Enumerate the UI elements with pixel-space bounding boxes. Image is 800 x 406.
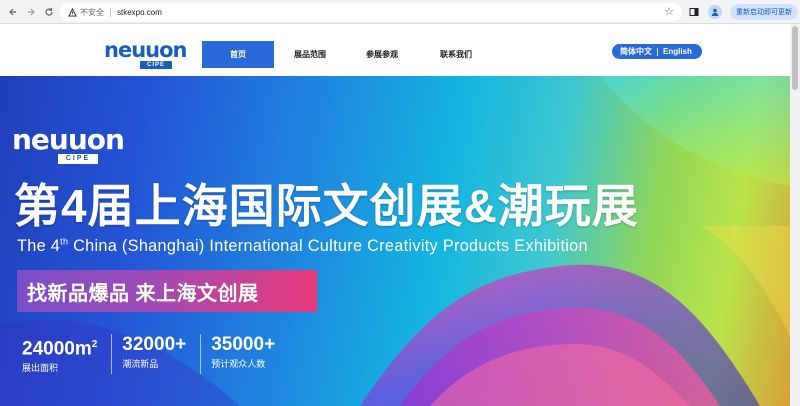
forward-icon[interactable] bbox=[22, 3, 40, 21]
side-panel-icon[interactable] bbox=[688, 6, 700, 18]
stat-number: 24000m bbox=[22, 338, 92, 360]
update-button[interactable]: 重新启动即可更新 bbox=[730, 4, 798, 20]
site-header: neuuon CIPE 首页 展品范围 参展参观 联系我们 简体中文 Engli… bbox=[0, 24, 790, 76]
stat-label: 预计观众人数 bbox=[211, 359, 266, 369]
hero-title: 第4届上海国际文创展&潮玩展 bbox=[14, 180, 639, 232]
logo-sub: CIPE bbox=[140, 61, 172, 69]
hero-logo-sub: CIPE bbox=[58, 154, 98, 164]
nav-exhibit-visit[interactable]: 参展参观 bbox=[346, 41, 418, 68]
url-text[interactable]: stkexpo.com bbox=[117, 8, 162, 17]
divider bbox=[110, 7, 111, 17]
stat-label: 展出面积 bbox=[22, 363, 59, 374]
scrollbar-thumb[interactable] bbox=[792, 26, 798, 90]
stat-number: 32000+ bbox=[122, 334, 187, 355]
stat-products: 32000+ 潮流新品 bbox=[111, 334, 200, 375]
stat-value: 32000+ bbox=[122, 334, 186, 356]
security-label: 不安全 bbox=[80, 7, 104, 17]
hero-slogan: 找新品爆品 来上海文创展 bbox=[17, 270, 317, 312]
stat-visitors: 35000+ 预计观众人数 bbox=[200, 334, 289, 375]
main-nav: 首页 展品范围 参展参观 联系我们 bbox=[202, 41, 494, 68]
site-logo[interactable]: neuuon CIPE bbox=[104, 38, 187, 72]
hero-banner: neuuon CIPE 第4届上海国际文创展&潮玩展 The 4th China… bbox=[0, 76, 790, 406]
address-bar[interactable]: 不安全 stkexpo.com ☆ bbox=[60, 3, 682, 21]
language-switcher: 简体中文 English bbox=[612, 44, 702, 59]
hero-subtitle: The 4th China (Shanghai) International C… bbox=[17, 236, 588, 256]
hero-subtitle-post: China (Shanghai) International Culture C… bbox=[68, 237, 588, 255]
browser-toolbar: 不安全 stkexpo.com ☆ 重新启动即可更新 ⋮ bbox=[0, 0, 800, 24]
divider bbox=[657, 47, 658, 56]
hero-stats: 24000m2 展出面积 32000+ 潮流新品 35000+ 预计观众人数 bbox=[22, 334, 289, 375]
stat-area: 24000m2 展出面积 bbox=[22, 334, 111, 374]
nav-home[interactable]: 首页 bbox=[202, 41, 274, 68]
lang-chinese[interactable]: 简体中文 bbox=[620, 46, 652, 57]
stat-unit-sup: 2 bbox=[91, 339, 98, 350]
stat-value: 35000+ bbox=[211, 334, 275, 356]
warning-icon[interactable] bbox=[67, 7, 77, 17]
hero-subtitle-pre: The 4 bbox=[17, 237, 61, 255]
stat-value: 24000m2 bbox=[22, 334, 97, 360]
stat-number: 35000+ bbox=[211, 334, 276, 355]
bookmark-star-icon[interactable]: ☆ bbox=[664, 6, 674, 18]
lang-english[interactable]: English bbox=[663, 47, 692, 56]
back-icon[interactable] bbox=[4, 3, 22, 21]
stat-label: 潮流新品 bbox=[122, 359, 159, 369]
profile-icon[interactable] bbox=[708, 5, 722, 19]
logo-text: neuuon bbox=[104, 38, 187, 62]
hero-logo: neuuon CIPE bbox=[12, 123, 125, 168]
reload-icon[interactable] bbox=[40, 3, 58, 21]
nav-contact[interactable]: 联系我们 bbox=[418, 41, 494, 68]
nav-exhibit-scope[interactable]: 展品范围 bbox=[274, 41, 346, 68]
hero-logo-text: neuuon bbox=[12, 123, 125, 156]
